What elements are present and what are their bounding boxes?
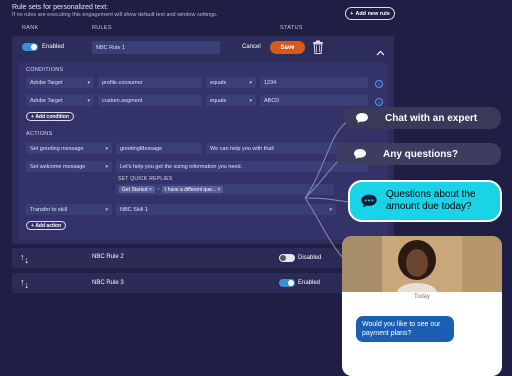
phone-preview: Today Would you like to see our payment …	[342, 236, 502, 376]
action-1-type[interactable]: Set greeting message ▾	[26, 143, 112, 154]
add-new-rule-button[interactable]: + Add new rule	[345, 7, 395, 20]
rank-arrows-icon[interactable]: ↑↓	[20, 252, 29, 265]
chat-bubble-icon	[361, 194, 377, 208]
bubble-any-questions: Any questions?	[335, 143, 501, 165]
action-3-type[interactable]: Transfer to skill ▾	[26, 204, 112, 215]
save-button[interactable]: Save	[270, 41, 305, 54]
remove-condition-2-icon[interactable]: ×	[375, 98, 383, 106]
condition-1-operator[interactable]: equals ▾	[206, 77, 256, 88]
column-rules: RULES	[92, 25, 112, 31]
rule-1-status-label: Enabled	[42, 44, 65, 50]
quick-reply-chip-1[interactable]: Get Started ×	[119, 186, 155, 193]
quick-reply-chip-2[interactable]: I have a different que... ×	[162, 186, 224, 193]
rule-1-name-input[interactable]: NBC Rule 1	[92, 41, 220, 54]
bubble-amount-due: Questions about the amount due today?	[348, 180, 502, 222]
chat-bubble-icon	[356, 113, 368, 123]
action-1-key[interactable]: greetingMessage	[116, 143, 202, 154]
agent-photo	[342, 236, 502, 292]
add-new-rule-label: Add new rule	[355, 10, 390, 17]
add-condition-button[interactable]: + Add condition	[26, 112, 74, 121]
actions-title: ACTIONS	[26, 131, 53, 137]
cancel-button[interactable]: Cancel	[242, 44, 261, 50]
remove-condition-1-icon[interactable]: ×	[375, 80, 383, 88]
condition-2-attribute[interactable]: custom.segment	[98, 95, 202, 106]
condition-1-source[interactable]: Adobe Target ▾	[26, 77, 94, 88]
condition-2-source[interactable]: Adobe Target ▾	[26, 95, 94, 106]
plus-icon: +	[350, 10, 354, 17]
condition-2-value[interactable]: ABCD	[260, 95, 368, 106]
condition-1-attribute[interactable]: profile.consumer	[98, 77, 202, 88]
rank-arrows-icon[interactable]: ↑↓	[20, 277, 29, 290]
quick-replies-title: SET QUICK REPLIES	[118, 176, 173, 182]
column-rank: RANK	[22, 25, 39, 31]
chip-separator: ,	[158, 185, 160, 191]
chat-message: Would you like to see our payment plans?	[356, 316, 454, 342]
action-2-type[interactable]: Set welcome message ▾	[26, 161, 112, 172]
chat-bubble-icon	[354, 149, 366, 159]
rule-3-name: NBC Rule 3	[92, 280, 124, 286]
chat-day-label: Today	[413, 294, 430, 300]
condition-2-operator[interactable]: equals ▾	[206, 95, 256, 106]
rule-3-toggle[interactable]	[279, 279, 295, 287]
rule-2-toggle[interactable]	[279, 254, 295, 262]
bubble-chat-expert: Chat with an expert	[345, 107, 501, 129]
conditions-title: CONDITIONS	[26, 67, 64, 73]
rule-3-status: Enabled	[298, 280, 321, 286]
rule-2-name: NBC Rule 2	[92, 254, 124, 260]
column-status: STATUS	[280, 25, 303, 31]
rule-3-row[interactable]	[12, 273, 394, 293]
trash-icon[interactable]	[312, 40, 324, 54]
ruleset-title: Rule sets for personalized text:	[12, 4, 109, 11]
chevron-up-icon[interactable]	[376, 43, 385, 61]
condition-1-value[interactable]: 1234	[260, 77, 368, 88]
ruleset-subtitle: If no rules are executing this engagemen…	[12, 12, 218, 18]
add-action-button[interactable]: + Add action	[26, 221, 67, 230]
rule-1-toggle[interactable]	[22, 43, 38, 51]
